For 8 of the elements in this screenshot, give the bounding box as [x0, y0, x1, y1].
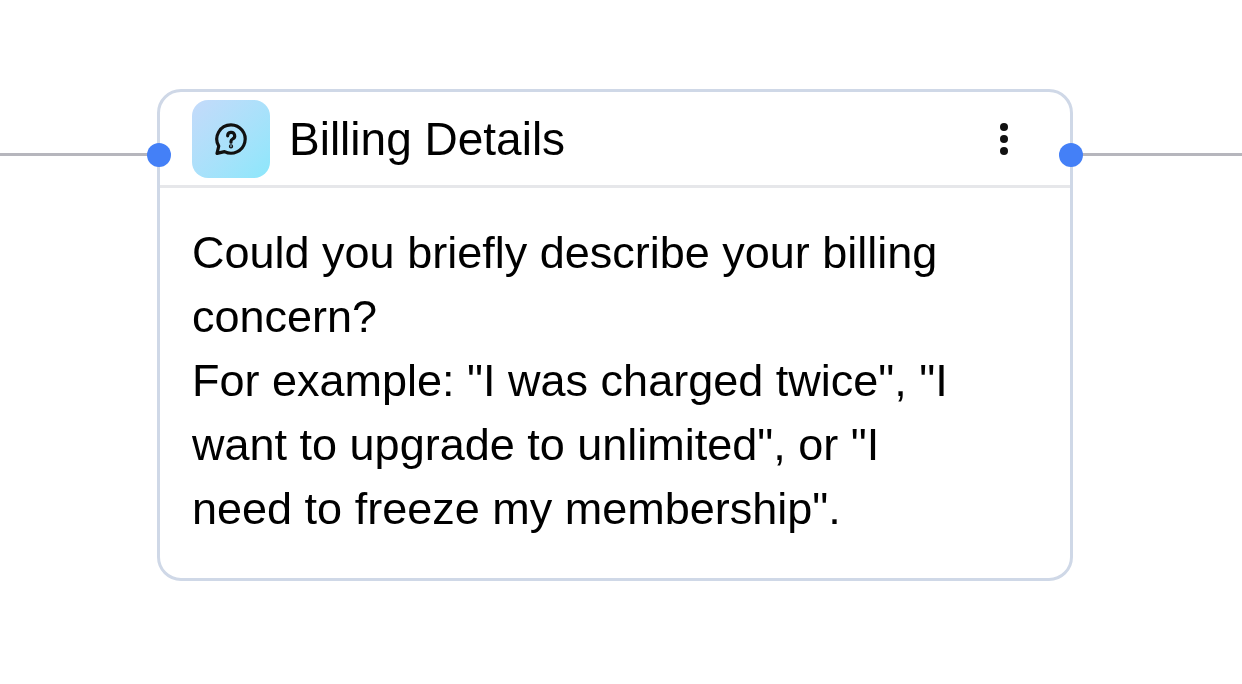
- connection-handle[interactable]: [1059, 143, 1083, 167]
- question-chat-icon: [192, 100, 270, 178]
- message-text: Could you briefly describe your billing concern?: [192, 226, 939, 344]
- message-text: For example: "I was charged twice", "I want to upgrade to unlimited", or "I need to freeze my membership".: [192, 354, 949, 536]
- connection-handle[interactable]: [147, 143, 171, 167]
- node-card[interactable]: Billing Details Could you briefly describe your billing concern? For example: "I was charged twice", "I want to upgrade to unlimited", or "I need to freeze my membership".: [157, 89, 1073, 581]
- node-title: Billing Details: [289, 113, 566, 165]
- vertical-dots-icon: [999, 122, 1009, 156]
